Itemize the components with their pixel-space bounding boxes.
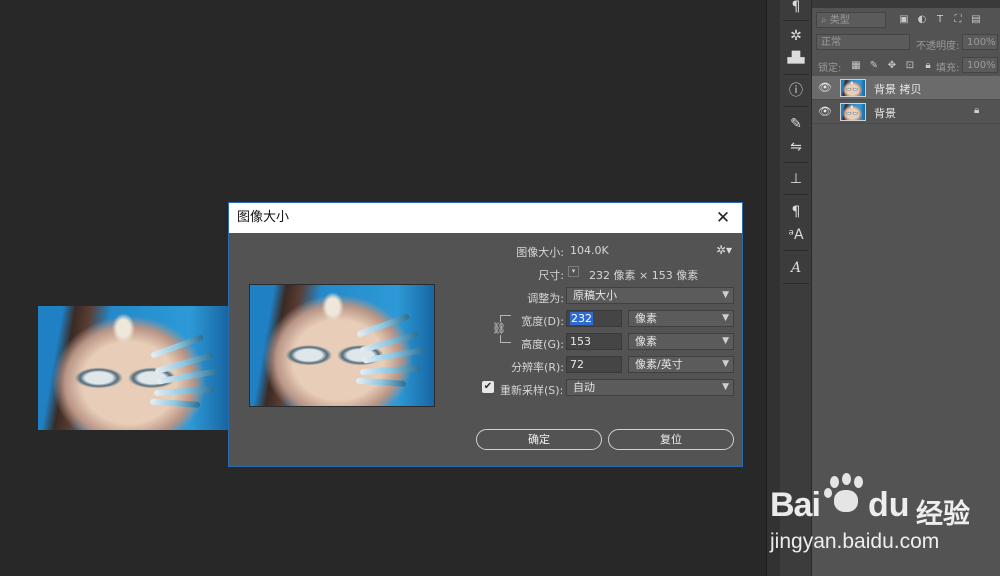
eye-icon[interactable]: 👁︎ bbox=[818, 105, 832, 119]
paragraph-icon[interactable]: ¶ bbox=[785, 0, 807, 18]
image-size-label: 图像大小: bbox=[516, 246, 564, 259]
height-field[interactable]: 153 bbox=[566, 333, 622, 350]
image-size-dialog: 图像大小 ✕ ✲▾ 图像大小: 104.0K 尺寸: ▾ 232 像素 × 15… bbox=[228, 202, 743, 467]
brush-settings-icon[interactable]: ✲ bbox=[785, 25, 807, 47]
document-image bbox=[38, 306, 228, 430]
dimensions-value: 232 像素 × 153 像素 bbox=[589, 269, 699, 282]
dimensions-label: 尺寸: bbox=[538, 269, 564, 282]
lock-label: 锁定: bbox=[818, 63, 842, 74]
histogram-icon[interactable]: ▟▙ bbox=[785, 47, 807, 69]
chevron-down-icon: ▼ bbox=[722, 313, 729, 323]
paw-logo-icon bbox=[824, 473, 868, 516]
layer-filter-row: ⌕ 类型 ▣ ◐ T ⛶ ▤ bbox=[812, 11, 1000, 33]
glyphs-icon[interactable]: ᵃA bbox=[785, 224, 807, 246]
layer-thumbnail bbox=[840, 79, 866, 97]
watermark-jingyan: 经验 bbox=[916, 499, 970, 530]
lock-artboard-icon[interactable]: ⊡ bbox=[904, 60, 916, 72]
clone-source-icon[interactable]: ⊥ bbox=[785, 168, 807, 190]
adjustments-icon[interactable]: ⇋ bbox=[785, 136, 807, 158]
character-styles-icon[interactable]: ¶ bbox=[785, 201, 807, 223]
lock-transparency-icon[interactable]: ▦ bbox=[850, 60, 862, 72]
ok-button[interactable]: 确定 bbox=[476, 429, 602, 450]
filter-smart-object-icon[interactable]: ▤ bbox=[970, 14, 982, 26]
opacity-label: 不透明度: bbox=[916, 41, 960, 52]
width-label: 宽度(D): bbox=[521, 315, 564, 328]
height-unit-select[interactable]: 像素 ▼ bbox=[628, 333, 734, 350]
lock-row: 锁定: ▦ ✎ ✥ ⊡ 🔒︎ 填充: 100% bbox=[812, 55, 1000, 77]
resolution-field[interactable]: 72 bbox=[566, 356, 622, 373]
height-label: 高度(G): bbox=[521, 338, 564, 351]
resolution-unit-select[interactable]: 像素/英寸 ▼ bbox=[628, 356, 734, 373]
width-unit-select[interactable]: 像素 ▼ bbox=[628, 310, 734, 327]
filter-shape-icon[interactable]: ⛶ bbox=[952, 14, 964, 26]
chevron-down-icon[interactable]: ▾ bbox=[568, 266, 579, 277]
layer-row[interactable]: 👁︎ 背景 拷贝 bbox=[812, 76, 1000, 100]
layer-row[interactable]: 👁︎ 背景 🔒︎ bbox=[812, 100, 1000, 124]
type-icon[interactable]: A bbox=[785, 257, 807, 279]
watermark-bai: Bai bbox=[770, 486, 821, 524]
dialog-title: 图像大小 bbox=[237, 210, 290, 225]
lock-brush-icon[interactable]: ✎ bbox=[868, 60, 880, 72]
image-size-value: 104.0K bbox=[570, 244, 609, 257]
fit-to-select[interactable]: 原稿大小 ▼ bbox=[566, 287, 734, 304]
info-icon[interactable]: ⓘ bbox=[785, 80, 807, 102]
fill-field[interactable]: 100% bbox=[962, 57, 998, 73]
resample-select[interactable]: 自动 ▼ bbox=[566, 379, 734, 396]
blend-mode-select[interactable]: 正常 bbox=[816, 34, 910, 50]
layer-thumbnail bbox=[840, 103, 866, 121]
fit-to-label: 调整为: bbox=[527, 292, 564, 305]
close-icon[interactable]: ✕ bbox=[712, 203, 734, 233]
search-icon: ⌕ bbox=[821, 15, 830, 26]
opacity-field[interactable]: 100% bbox=[962, 34, 998, 50]
filter-kind-select[interactable]: ⌕ 类型 bbox=[816, 12, 886, 28]
image-preview[interactable] bbox=[249, 284, 435, 407]
filter-type-icon[interactable]: T bbox=[934, 14, 946, 26]
chevron-down-icon: ▼ bbox=[722, 290, 729, 300]
filter-pixel-icon[interactable]: ▣ bbox=[898, 14, 910, 26]
blend-row: 正常 不透明度: 100% bbox=[812, 33, 1000, 55]
resample-label: 重新采样(S): bbox=[500, 384, 564, 397]
lock-all-icon[interactable]: 🔒︎ bbox=[922, 60, 934, 72]
lock-move-icon[interactable]: ✥ bbox=[886, 60, 898, 72]
watermark-url: jingyan.baidu.com bbox=[770, 530, 940, 553]
chevron-down-icon: ▼ bbox=[722, 382, 729, 392]
chevron-down-icon: ▼ bbox=[722, 336, 729, 346]
eye-icon[interactable]: 👁︎ bbox=[818, 81, 832, 95]
fill-label: 填充: bbox=[936, 63, 960, 74]
baidu-watermark: Bai du 经验 jingyan.baidu.com bbox=[764, 472, 1000, 576]
resolution-label: 分辨率(R): bbox=[511, 361, 564, 374]
lock-icon: 🔒︎ bbox=[974, 105, 980, 116]
chevron-down-icon: ▼ bbox=[722, 359, 729, 369]
layer-name: 背景 bbox=[874, 107, 896, 120]
reset-button[interactable]: 复位 bbox=[608, 429, 734, 450]
filter-adjustment-icon[interactable]: ◐ bbox=[916, 14, 928, 26]
resample-checkbox[interactable]: ✔ bbox=[482, 381, 494, 393]
watermark-du: du bbox=[868, 486, 910, 524]
brush-presets-icon[interactable]: ✎ bbox=[785, 113, 807, 135]
panel-tab-bar bbox=[812, 0, 1000, 8]
dialog-titlebar: 图像大小 ✕ bbox=[229, 203, 742, 233]
layer-name: 背景 拷贝 bbox=[874, 83, 922, 96]
gear-icon[interactable]: ✲▾ bbox=[716, 243, 732, 257]
width-field[interactable]: 232 bbox=[566, 310, 622, 327]
